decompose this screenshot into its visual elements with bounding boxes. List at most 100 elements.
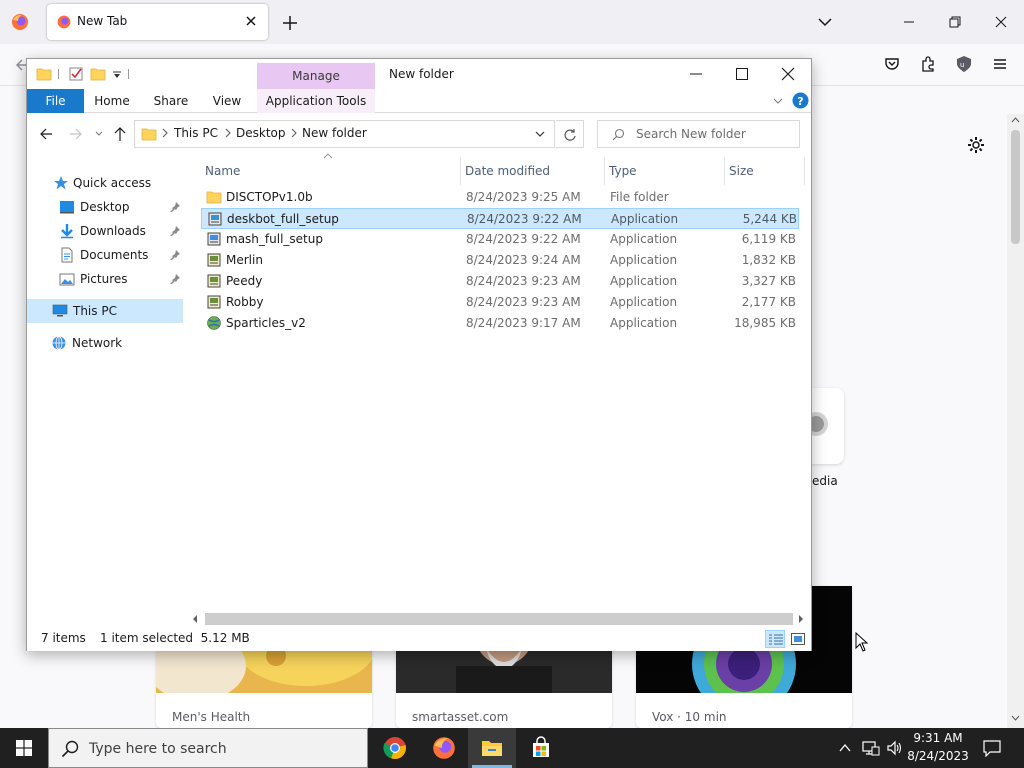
recent-locations-chevron-icon[interactable] (95, 130, 103, 138)
help-icon[interactable]: ? (792, 92, 809, 109)
scroll-right-arrow-icon[interactable] (797, 615, 805, 623)
page-scrollbar[interactable] (1007, 114, 1024, 728)
nav-item-downloads[interactable]: Downloads (27, 219, 187, 243)
show-hidden-icons-chevron-icon[interactable] (838, 741, 852, 755)
refresh-button[interactable] (556, 120, 584, 148)
tab-home[interactable]: Home (87, 89, 137, 113)
store-bag-icon (533, 736, 549, 757)
explorer-title-bar[interactable]: Manage New folder (27, 59, 811, 89)
breadcrumb-new-folder[interactable]: New folder (302, 126, 367, 140)
nav-item-network[interactable]: Network (27, 331, 187, 355)
pin-icon[interactable] (170, 249, 181, 260)
browser-tab-new-tab[interactable]: New Tab (47, 4, 268, 40)
top-site-shortcut[interactable] (810, 388, 844, 464)
firefox-logo-icon[interactable] (10, 12, 30, 32)
taskbar: Type here to search 9:31 AM 8/24/2023 (0, 728, 1024, 768)
column-header-size[interactable]: Size (725, 157, 805, 185)
new-tab-plus-icon[interactable] (281, 14, 299, 32)
taskbar-microsoft-store[interactable] (517, 728, 565, 768)
back-arrow-icon[interactable] (39, 127, 53, 141)
search-box[interactable] (597, 120, 800, 148)
file-size: 18,985 KB (734, 316, 796, 330)
pin-icon[interactable] (170, 225, 181, 236)
browser-restore-icon[interactable] (946, 13, 964, 31)
up-arrow-icon[interactable] (113, 126, 127, 142)
taskbar-firefox[interactable] (420, 728, 468, 768)
nav-item-quick-access[interactable]: Quick access (27, 171, 187, 195)
nav-item-desktop[interactable]: Desktop (27, 195, 187, 219)
tab-file[interactable]: File (27, 89, 84, 113)
column-header-name[interactable]: Name (201, 157, 461, 185)
properties-check-icon[interactable] (68, 66, 84, 82)
search-input[interactable] (636, 124, 796, 144)
manage-contextual-tab[interactable]: Manage (257, 63, 375, 89)
column-header-type[interactable]: Type (605, 157, 725, 185)
start-button[interactable] (0, 728, 48, 768)
scroll-up-arrow-icon[interactable] (1011, 116, 1020, 124)
breadcrumb-this-pc[interactable]: This PC (174, 126, 218, 140)
browser-minimize-icon[interactable] (900, 13, 918, 31)
scroll-down-arrow-icon[interactable] (1011, 714, 1020, 722)
network-status-icon[interactable] (862, 740, 880, 756)
extensions-puzzle-icon[interactable] (919, 55, 937, 73)
pocket-icon[interactable] (883, 55, 901, 73)
address-history-chevron-icon[interactable] (535, 130, 545, 138)
computer-icon (52, 303, 68, 319)
hamburger-menu-icon[interactable] (991, 55, 1009, 73)
file-explorer-window[interactable]: Manage New folder File Home Share View A… (26, 58, 812, 651)
settings-gear-icon[interactable] (966, 135, 986, 155)
file-type: Application (610, 316, 678, 330)
nav-item-documents[interactable]: Documents (27, 243, 187, 267)
quick-access-toolbar-dropdown-icon[interactable] (113, 71, 121, 79)
top-site-label[interactable]: edia (812, 474, 838, 488)
forward-arrow-icon[interactable] (69, 127, 83, 141)
pin-icon[interactable] (170, 273, 181, 284)
clock-time[interactable]: 9:31 AM (904, 731, 972, 745)
column-header-date-modified[interactable]: Date modified (461, 157, 605, 185)
breadcrumb-chevron-icon[interactable] (290, 127, 298, 139)
breadcrumb-desktop[interactable]: Desktop (236, 126, 286, 140)
address-bar[interactable]: This PC Desktop New folder (134, 120, 555, 148)
ublock-shield-icon[interactable]: u (955, 55, 973, 73)
horizontal-scrollbar[interactable] (187, 611, 811, 627)
file-row[interactable]: Peedy 8/24/2023 9:23 AM Application 3,32… (201, 271, 799, 292)
navigation-pane: Quick access Desktop Downloads Documents… (27, 155, 187, 615)
file-row[interactable]: DISCTOPv1.0b 8/24/2023 9:25 AM File fold… (201, 187, 799, 208)
breadcrumb-chevron-icon[interactable] (161, 127, 169, 139)
clock-date[interactable]: 8/24/2023 (904, 749, 972, 763)
file-row[interactable]: Sparticles_v2 8/24/2023 9:17 AM Applicat… (201, 313, 799, 334)
expand-ribbon-chevron-icon[interactable] (773, 97, 783, 105)
large-icons-view-button[interactable] (789, 630, 807, 648)
pin-icon[interactable] (170, 201, 181, 212)
file-name: Sparticles_v2 (226, 316, 306, 330)
breadcrumb-chevron-icon[interactable] (224, 127, 232, 139)
file-name: DISCTOPv1.0b (226, 190, 313, 204)
browser-close-icon[interactable] (992, 13, 1010, 31)
maximize-icon[interactable] (735, 67, 749, 81)
file-row[interactable]: Merlin 8/24/2023 9:24 AM Application 1,8… (201, 250, 799, 271)
file-date: 8/24/2023 9:23 AM (466, 274, 581, 288)
close-icon[interactable] (781, 67, 795, 81)
file-row[interactable]: Robby 8/24/2023 9:23 AM Application 2,17… (201, 292, 799, 313)
nav-item-pictures[interactable]: Pictures (27, 267, 187, 291)
mouse-pointer-icon (855, 632, 869, 652)
file-row[interactable]: mash_full_setup 8/24/2023 9:22 AM Applic… (201, 229, 799, 250)
scroll-left-arrow-icon[interactable] (191, 615, 199, 623)
taskbar-search-box[interactable]: Type here to search (48, 728, 368, 768)
taskbar-file-explorer[interactable] (468, 728, 516, 768)
notification-center-icon[interactable] (982, 739, 1002, 757)
tab-close-icon[interactable] (243, 13, 259, 29)
volume-icon[interactable] (886, 740, 904, 756)
scrollbar-thumb[interactable] (205, 613, 793, 625)
tab-view[interactable]: View (205, 89, 249, 113)
tab-application-tools[interactable]: Application Tools (257, 89, 375, 113)
nav-item-this-pc[interactable]: This PC (27, 299, 183, 323)
file-row-selected[interactable]: deskbot_full_setup 8/24/2023 9:22 AM App… (201, 208, 799, 229)
scrollbar-thumb[interactable] (1011, 130, 1020, 244)
tab-share[interactable]: Share (147, 89, 195, 113)
details-view-button[interactable] (765, 630, 785, 648)
list-all-tabs-chevron-icon[interactable] (817, 15, 833, 29)
new-folder-icon[interactable] (90, 66, 106, 82)
minimize-icon[interactable] (689, 67, 703, 81)
taskbar-chrome[interactable] (371, 728, 419, 768)
